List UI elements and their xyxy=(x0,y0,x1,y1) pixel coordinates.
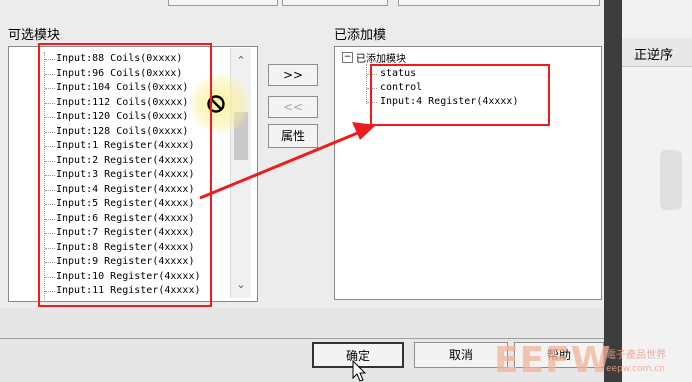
footer-divider xyxy=(0,338,604,339)
watermark-url: eepw.com.cn xyxy=(606,364,665,374)
mouse-pointer-icon xyxy=(352,360,366,382)
watermark-logo: EEFW xyxy=(494,340,612,381)
watermark-tagline: 電子產品世界 xyxy=(606,350,666,361)
